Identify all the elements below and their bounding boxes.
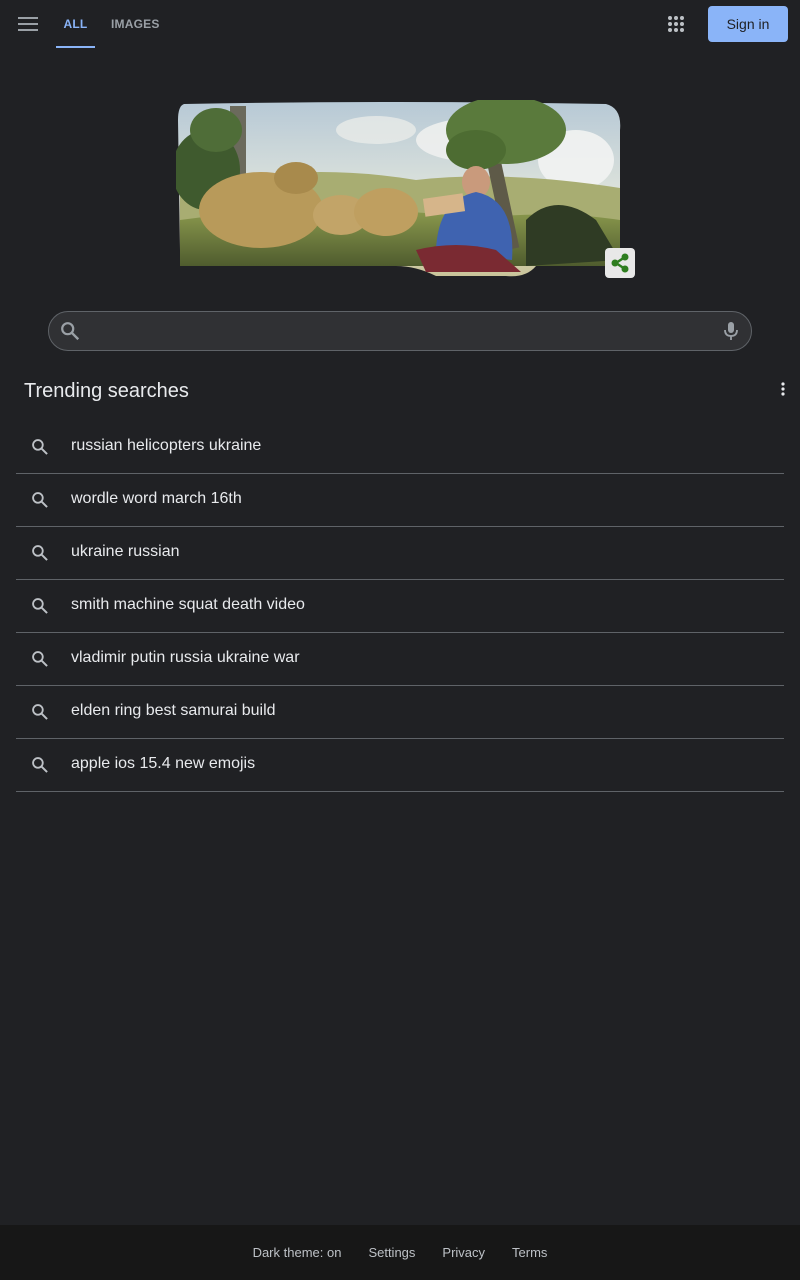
dark-theme-toggle[interactable]: Dark theme: on — [253, 1245, 342, 1260]
trending-item-label: apple ios 15.4 new emojis — [71, 755, 256, 772]
settings-link[interactable]: Settings — [368, 1245, 415, 1260]
search-icon — [32, 439, 48, 455]
terms-link[interactable]: Terms — [512, 1245, 547, 1260]
search-input[interactable] — [91, 316, 715, 348]
doodle-image[interactable] — [172, 96, 622, 280]
search-icon — [32, 651, 48, 667]
sign-in-button[interactable]: Sign in — [708, 6, 788, 42]
footer: Dark theme: on Settings Privacy Terms — [0, 1225, 800, 1280]
hamburger-menu-icon — [18, 17, 38, 31]
doodle-illustration — [172, 96, 621, 277]
search-icon — [32, 598, 48, 614]
share-button[interactable] — [605, 248, 635, 278]
share-icon — [611, 253, 629, 273]
trending-item[interactable]: wordle word march 16th — [16, 474, 784, 527]
top-bar: ALL IMAGES Sign in — [0, 0, 800, 48]
trending-item[interactable]: russian helicopters ukraine — [16, 421, 784, 474]
trending-item-label: vladimir putin russia ukraine war — [71, 649, 300, 666]
search-icon — [32, 492, 48, 508]
trending-item-label: elden ring best samurai build — [71, 702, 276, 719]
privacy-link[interactable]: Privacy — [442, 1245, 485, 1260]
trending-item[interactable]: elden ring best samurai build — [16, 686, 784, 739]
search-icon — [32, 545, 48, 561]
microphone-icon[interactable] — [719, 319, 743, 343]
apps-grid-icon — [668, 16, 684, 32]
trending-item-label: russian helicopters ukraine — [71, 437, 262, 454]
more-options-button[interactable] — [772, 378, 794, 400]
hamburger-menu-button[interactable] — [8, 4, 48, 44]
trending-item-label: wordle word march 16th — [71, 490, 242, 507]
trending-item[interactable]: smith machine squat death video — [16, 580, 784, 633]
trending-item[interactable]: vladimir putin russia ukraine war — [16, 633, 784, 686]
search-icon — [61, 322, 80, 341]
tab-all[interactable]: ALL — [56, 0, 95, 48]
trending-title: Trending searches — [24, 380, 189, 402]
search-box — [48, 311, 752, 351]
search-icon — [32, 704, 48, 720]
apps-button[interactable] — [656, 4, 696, 44]
tab-images[interactable]: IMAGES — [103, 0, 168, 48]
trending-list: russian helicopters ukraine wordle word … — [16, 421, 784, 792]
trending-item[interactable]: apple ios 15.4 new emojis — [16, 739, 784, 792]
trending-item-label: ukraine russian — [71, 543, 180, 560]
search-icon — [32, 757, 48, 773]
trending-item-label: smith machine squat death video — [71, 596, 305, 613]
trending-item[interactable]: ukraine russian — [16, 527, 784, 580]
more-vertical-icon — [781, 382, 785, 396]
